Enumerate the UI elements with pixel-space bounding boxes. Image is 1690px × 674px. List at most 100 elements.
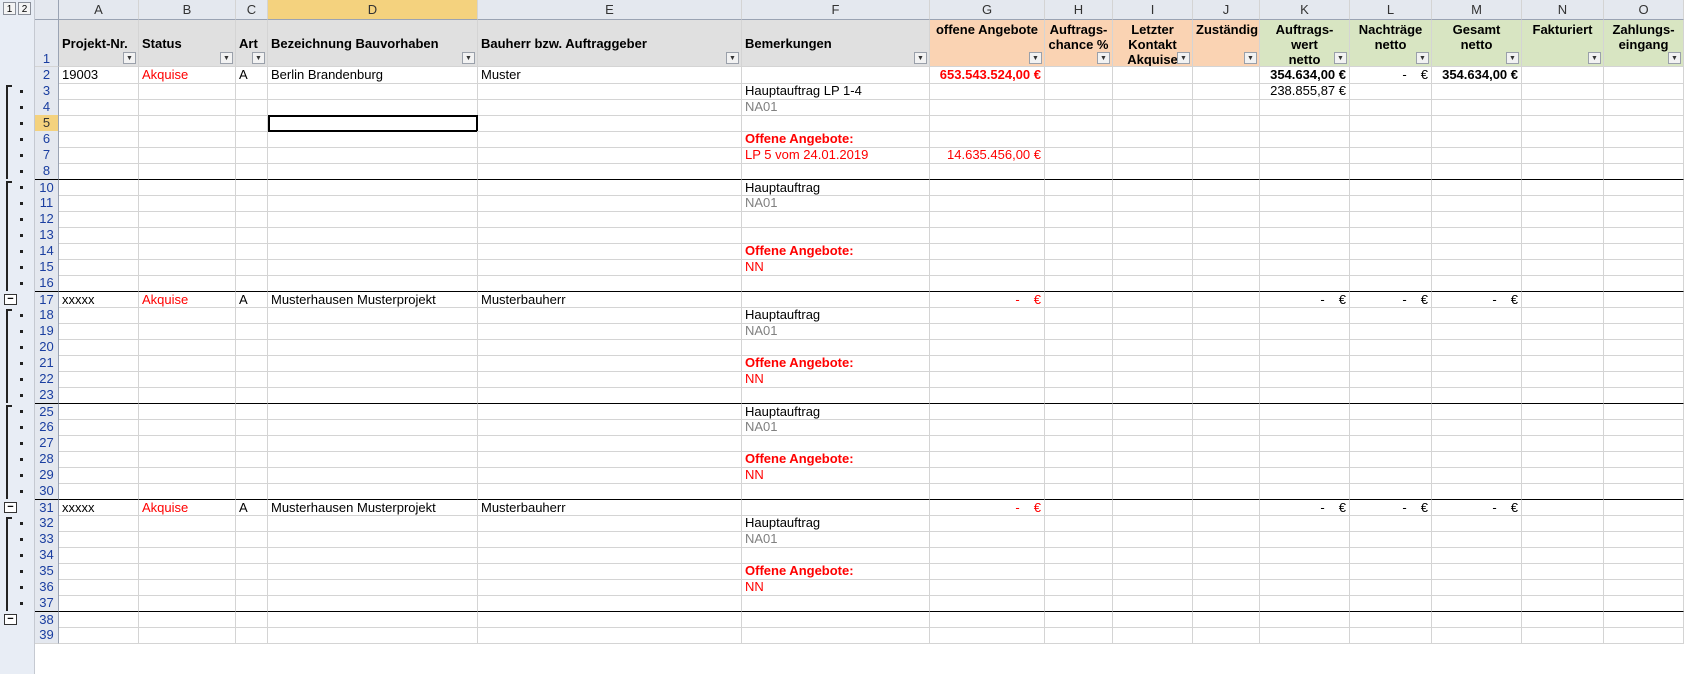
cell-e31[interactable]: Musterbauherr xyxy=(478,499,742,516)
column-header-c[interactable]: C xyxy=(236,0,268,20)
cell-e20[interactable] xyxy=(478,339,742,356)
cell-o33[interactable] xyxy=(1604,531,1684,548)
cell-d4[interactable] xyxy=(268,99,478,116)
cell-b25[interactable] xyxy=(139,403,236,420)
cell-b28[interactable] xyxy=(139,451,236,468)
cell-m19[interactable] xyxy=(1432,323,1522,340)
cell-c13[interactable] xyxy=(236,227,268,244)
cell-n37[interactable] xyxy=(1522,595,1604,612)
cell-k2[interactable]: 354.634,00 € xyxy=(1260,67,1350,84)
cell-m10[interactable] xyxy=(1432,179,1522,196)
filter-dropdown-m[interactable]: ▼ xyxy=(1506,52,1519,64)
cell-m31[interactable]: - € xyxy=(1432,499,1522,516)
cell-a23[interactable] xyxy=(59,387,139,404)
cell-c27[interactable] xyxy=(236,435,268,452)
cell-h5[interactable] xyxy=(1045,115,1113,132)
cell-e23[interactable] xyxy=(478,387,742,404)
cell-f35[interactable]: Offene Angebote: xyxy=(742,563,930,580)
cell-i34[interactable] xyxy=(1113,547,1193,564)
cell-c35[interactable] xyxy=(236,563,268,580)
cell-m34[interactable] xyxy=(1432,547,1522,564)
cell-g19[interactable] xyxy=(930,323,1045,340)
cell-j28[interactable] xyxy=(1193,451,1260,468)
cell-l4[interactable] xyxy=(1350,99,1432,116)
cell-b32[interactable] xyxy=(139,515,236,532)
cell-i14[interactable] xyxy=(1113,243,1193,260)
cell-e6[interactable] xyxy=(478,131,742,148)
cell-b20[interactable] xyxy=(139,339,236,356)
row-header-19[interactable]: 19 xyxy=(35,323,59,340)
cell-m5[interactable] xyxy=(1432,115,1522,132)
cell-o11[interactable] xyxy=(1604,195,1684,212)
row-header-2[interactable]: 2 xyxy=(35,67,59,84)
cell-f5[interactable] xyxy=(742,115,930,132)
cell-n27[interactable] xyxy=(1522,435,1604,452)
cell-o6[interactable] xyxy=(1604,131,1684,148)
cell-f20[interactable] xyxy=(742,339,930,356)
cell-n2[interactable] xyxy=(1522,67,1604,84)
cell-m6[interactable] xyxy=(1432,131,1522,148)
cell-a20[interactable] xyxy=(59,339,139,356)
cell-b13[interactable] xyxy=(139,227,236,244)
cell-l36[interactable] xyxy=(1350,579,1432,596)
cell-a29[interactable] xyxy=(59,467,139,484)
cell-d2[interactable]: Berlin Brandenburg xyxy=(268,67,478,84)
cell-n35[interactable] xyxy=(1522,563,1604,580)
cell-c12[interactable] xyxy=(236,211,268,228)
cell-l7[interactable] xyxy=(1350,147,1432,164)
cell-f7[interactable]: LP 5 vom 24.01.2019 xyxy=(742,147,930,164)
cell-o26[interactable] xyxy=(1604,419,1684,436)
cell-j5[interactable] xyxy=(1193,115,1260,132)
cell-b34[interactable] xyxy=(139,547,236,564)
cell-h13[interactable] xyxy=(1045,227,1113,244)
cell-f25[interactable]: Hauptauftrag xyxy=(742,403,930,420)
cell-c17[interactable]: A xyxy=(236,291,268,308)
cell-d6[interactable] xyxy=(268,131,478,148)
cell-b37[interactable] xyxy=(139,595,236,612)
cell-d27[interactable] xyxy=(268,435,478,452)
cell-i37[interactable] xyxy=(1113,595,1193,612)
cell-i32[interactable] xyxy=(1113,515,1193,532)
cell-m28[interactable] xyxy=(1432,451,1522,468)
cell-i31[interactable] xyxy=(1113,499,1193,516)
cell-l33[interactable] xyxy=(1350,531,1432,548)
cell-l34[interactable] xyxy=(1350,547,1432,564)
cell-i10[interactable] xyxy=(1113,179,1193,196)
cell-n32[interactable] xyxy=(1522,515,1604,532)
cell-a34[interactable] xyxy=(59,547,139,564)
cell-a3[interactable] xyxy=(59,83,139,100)
filter-dropdown-c[interactable]: ▼ xyxy=(252,52,265,64)
cell-g13[interactable] xyxy=(930,227,1045,244)
outline-level-2-button[interactable]: 2 xyxy=(18,2,31,15)
cell-b38[interactable] xyxy=(139,611,236,628)
cell-n13[interactable] xyxy=(1522,227,1604,244)
cell-h33[interactable] xyxy=(1045,531,1113,548)
cell-g32[interactable] xyxy=(930,515,1045,532)
cell-l12[interactable] xyxy=(1350,211,1432,228)
cell-l17[interactable]: - € xyxy=(1350,291,1432,308)
cell-m37[interactable] xyxy=(1432,595,1522,612)
cell-a19[interactable] xyxy=(59,323,139,340)
cell-o2[interactable] xyxy=(1604,67,1684,84)
cell-j35[interactable] xyxy=(1193,563,1260,580)
cell-o22[interactable] xyxy=(1604,371,1684,388)
cell-i25[interactable] xyxy=(1113,403,1193,420)
cell-k20[interactable] xyxy=(1260,339,1350,356)
cell-j8[interactable] xyxy=(1193,163,1260,180)
cell-o36[interactable] xyxy=(1604,579,1684,596)
cell-g18[interactable] xyxy=(930,307,1045,324)
cell-e7[interactable] xyxy=(478,147,742,164)
cell-a32[interactable] xyxy=(59,515,139,532)
cell-g6[interactable] xyxy=(930,131,1045,148)
cell-c31[interactable]: A xyxy=(236,499,268,516)
cell-o3[interactable] xyxy=(1604,83,1684,100)
column-header-h[interactable]: H xyxy=(1045,0,1113,20)
cell-o25[interactable] xyxy=(1604,403,1684,420)
cell-g22[interactable] xyxy=(930,371,1045,388)
cell-e13[interactable] xyxy=(478,227,742,244)
cell-l29[interactable] xyxy=(1350,467,1432,484)
cell-c29[interactable] xyxy=(236,467,268,484)
column-header-e[interactable]: E xyxy=(478,0,742,20)
cell-g38[interactable] xyxy=(930,611,1045,628)
cell-a39[interactable] xyxy=(59,627,139,644)
